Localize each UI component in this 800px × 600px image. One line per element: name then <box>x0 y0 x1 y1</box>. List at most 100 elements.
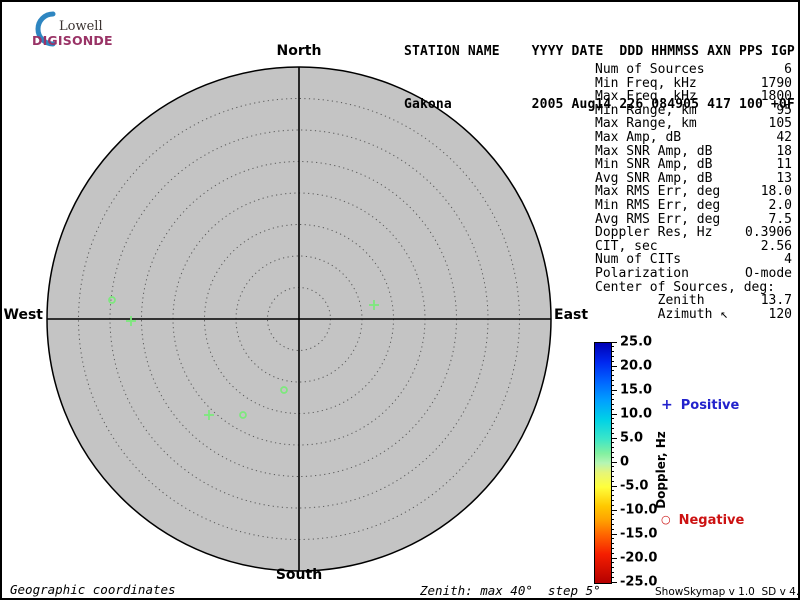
direction-label-south: South <box>275 567 323 583</box>
colorbar-tick <box>611 557 617 559</box>
stat-value: 42 <box>776 129 792 145</box>
stat-value: 1790 <box>760 75 792 91</box>
stat-row: Avg RMS Err, deg 7.5 <box>595 211 792 227</box>
stat-value: 18.0 <box>760 184 792 200</box>
zenith-range-note: Zenith: max 40° step 5° <box>420 583 601 598</box>
colorbar-tick <box>611 523 614 525</box>
stat-value: 1800 <box>760 89 792 105</box>
colorbar-tick <box>611 403 614 405</box>
colorbar-tick <box>611 495 614 497</box>
stat-label: Min RMS Err, deg <box>595 197 721 213</box>
colorbar-tick <box>611 490 614 492</box>
colorbar-tick-label: -10.0 <box>620 502 658 518</box>
direction-label-north: North <box>276 43 322 59</box>
colorbar-tick <box>611 562 614 564</box>
colorbar-tick <box>611 581 617 583</box>
logo-product: DIGISONDE <box>32 33 113 48</box>
stat-label: Max Range, km <box>595 116 697 132</box>
colorbar-tick <box>611 355 614 357</box>
stat-value: 18 <box>776 143 792 159</box>
stat-row: Doppler Res, Hz 0.3906 <box>595 226 792 240</box>
stat-value: 13.7 <box>760 293 792 309</box>
colorbar-tick <box>611 466 614 468</box>
stat-row: Max Freq, kHz 1800 <box>595 90 792 104</box>
colorbar-tick-label: 25.0 <box>620 334 653 350</box>
stat-row: Azimuth ↖ 120 <box>595 308 792 322</box>
stat-label: Min SNR Amp, dB <box>595 157 713 173</box>
colorbar-tick <box>611 567 614 569</box>
stat-value: 95 <box>776 102 792 118</box>
stats-panel: Num of Sources 6 Min Freq, kHz 1790 Max Freq… <box>595 63 792 321</box>
skymap-window: Lowell DIGISONDE STATION NAME YYYY DATE … <box>0 0 800 600</box>
colorbar-tick-label: -15.0 <box>620 526 658 542</box>
colorbar-tick <box>611 475 614 477</box>
plus-marker-icon: + <box>661 397 673 413</box>
colorbar-tick <box>611 351 614 353</box>
colorbar-tick <box>611 538 614 540</box>
colorbar-tick-label: 10.0 <box>620 406 653 422</box>
colorbar-tick <box>611 375 614 377</box>
stat-label: Num of CITs <box>595 252 682 268</box>
stat-row: Polarization O-mode <box>595 267 792 281</box>
stat-label: Max SNR Amp, dB <box>595 143 713 159</box>
colorbar-tick <box>611 514 614 516</box>
colorbar-tick-label: -25.0 <box>620 574 658 590</box>
colorbar-tick <box>611 384 614 386</box>
colorbar-tick <box>611 394 614 396</box>
colorbar-tick <box>611 379 614 381</box>
colorbar-tick <box>611 509 617 511</box>
colorbar-tick <box>611 461 617 463</box>
colorbar-tick <box>611 451 614 453</box>
colorbar-tick <box>611 418 614 420</box>
colorbar-axis-label: Doppler, Hz <box>654 431 668 509</box>
stat-label: Min Range, km <box>595 102 697 118</box>
stat-value: 11 <box>776 157 792 173</box>
stat-value: 0.3906 <box>745 225 792 241</box>
stat-value: 2.0 <box>768 197 792 213</box>
colorbar-tick <box>611 389 617 391</box>
colorbar-tick-label: 20.0 <box>620 358 653 374</box>
colorbar-tick <box>611 432 614 434</box>
colorbar-tick <box>611 408 614 410</box>
lowell-digisonde-logo: Lowell DIGISONDE <box>12 8 142 50</box>
colorbar-tick <box>611 346 614 348</box>
circle-marker-icon: ○ <box>661 513 671 526</box>
direction-label-east: East <box>554 307 589 323</box>
colorbar-tick-label: 5.0 <box>620 430 644 446</box>
stat-row: Num of CITs 4 <box>595 253 792 267</box>
stat-value: 2.56 <box>760 238 792 254</box>
stat-row: Max Range, km 105 <box>595 117 792 131</box>
legend-negative-label: Negative <box>678 513 745 528</box>
doppler-colorbar <box>594 342 612 584</box>
stat-value: 7.5 <box>768 211 792 227</box>
stat-value: O-mode <box>745 265 792 281</box>
stat-row: Max RMS Err, deg 18.0 <box>595 185 792 199</box>
colorbar-tick <box>611 341 617 343</box>
coordinates-note: Geographic coordinates <box>10 582 176 597</box>
colorbar-tick <box>611 571 614 573</box>
header-columns: STATION NAME YYYY DATE DDD HHMMSS AXN PP… <box>404 44 795 59</box>
colorbar-tick <box>611 499 614 501</box>
version-note: ShowSkymap v 1.0 SD v 4.2 <box>655 586 800 598</box>
colorbar-tick <box>611 552 614 554</box>
colorbar-tick-label: -5.0 <box>620 478 649 494</box>
colorbar-tick <box>611 437 617 439</box>
colorbar-tick <box>611 528 614 530</box>
stat-row: Center of Sources, deg: <box>595 279 792 295</box>
stat-label: Zenith <box>595 293 705 309</box>
stat-row: Min RMS Err, deg 2.0 <box>595 199 792 213</box>
stat-value: 6 <box>784 62 792 77</box>
legend-positive: + Positive <box>661 397 739 413</box>
colorbar-tick <box>611 576 614 578</box>
stat-value: 4 <box>784 252 792 268</box>
colorbar-tick <box>611 370 614 372</box>
colorbar-tick <box>611 447 614 449</box>
legend-negative: ○ Negative <box>661 513 744 528</box>
stat-label: Center of Sources, deg: <box>595 279 776 295</box>
logo-name: Lowell <box>59 19 103 34</box>
stat-row: Min SNR Amp, dB 11 <box>595 158 792 172</box>
colorbar-tick <box>611 399 614 401</box>
colorbar-tick-label: 0 <box>620 454 630 470</box>
legend-positive-label: Positive <box>680 398 740 413</box>
stat-label: Max Freq, kHz <box>595 89 697 105</box>
